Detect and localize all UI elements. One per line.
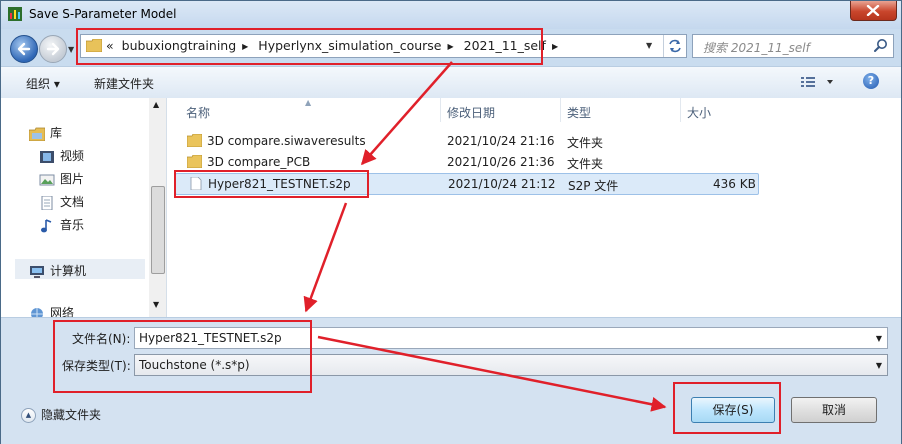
browser-area: 库 视频 图片 文档 音乐 计算机 网络 ▲ ▼ ▲ 名称 修改日期 类型 大小… xyxy=(1,98,901,317)
music-icon xyxy=(41,218,52,232)
nav-item-pictures[interactable]: 图片 xyxy=(39,170,84,187)
recent-pages-dropdown[interactable]: ▼ xyxy=(68,45,74,54)
column-header-size[interactable]: 大小 xyxy=(687,104,711,121)
back-button[interactable] xyxy=(10,35,38,63)
document-icon xyxy=(41,195,53,210)
nav-label: 图片 xyxy=(60,172,85,186)
file-name: 3D compare.siwaveresults xyxy=(207,134,366,148)
annotation-box-save xyxy=(673,382,781,434)
nav-label: 库 xyxy=(50,126,63,140)
column-header-modified[interactable]: 修改日期 xyxy=(447,104,495,121)
nav-label: 网络 xyxy=(50,306,75,317)
window-title: Save S-Parameter Model xyxy=(29,7,177,21)
chevron-down-icon[interactable]: ▼ xyxy=(876,361,882,370)
refresh-icon xyxy=(669,39,681,53)
new-folder-button[interactable]: 新建文件夹 xyxy=(94,75,154,92)
file-modified: 2021/10/24 21:12 xyxy=(448,177,556,191)
hide-folders-label: 隐藏文件夹 xyxy=(41,408,102,422)
computer-icon xyxy=(30,265,44,278)
app-icon xyxy=(8,7,22,21)
nav-label: 音乐 xyxy=(60,218,85,232)
folder-icon xyxy=(187,134,202,147)
forward-button[interactable] xyxy=(39,35,67,63)
nav-item-music[interactable]: 音乐 xyxy=(39,216,84,233)
folder-icon xyxy=(187,155,202,168)
annotation-box-file xyxy=(174,170,369,198)
close-button[interactable] xyxy=(850,1,897,21)
nav-item-videos[interactable]: 视频 xyxy=(39,147,84,164)
nav-item-network[interactable]: 网络 xyxy=(29,304,74,317)
file-row[interactable]: 3D compare_PCB 2021/10/26 21:36 文件夹 xyxy=(175,152,757,172)
file-name: 3D compare_PCB xyxy=(207,155,311,169)
annotation-box-path xyxy=(76,28,543,65)
scroll-thumb[interactable] xyxy=(151,186,165,274)
video-icon xyxy=(40,150,54,163)
search-box[interactable]: 搜索 2021_11_self xyxy=(692,34,894,58)
hide-folders-toggle[interactable]: ▲ 隐藏文件夹 xyxy=(21,406,101,423)
file-row[interactable]: 3D compare.siwaveresults 2021/10/24 21:1… xyxy=(175,131,757,151)
refresh-button[interactable] xyxy=(663,35,686,57)
search-placeholder: 搜索 2021_11_self xyxy=(703,41,810,55)
toolbar: 组织 ▾ 新建文件夹 ? xyxy=(1,66,901,99)
cancel-button[interactable]: 取消 xyxy=(791,397,877,423)
column-divider[interactable] xyxy=(680,98,681,122)
nav-label: 视频 xyxy=(60,149,85,163)
annotation-box-fields xyxy=(53,320,312,393)
picture-icon xyxy=(39,174,55,185)
file-type: S2P 文件 xyxy=(568,179,619,193)
chevron-down-icon[interactable]: ▼ xyxy=(876,334,882,343)
file-list: ▲ 名称 修改日期 类型 大小 3D compare.siwaveresults… xyxy=(167,98,901,317)
arrow-left-icon xyxy=(17,42,31,56)
nav-item-library[interactable]: 库 xyxy=(29,124,62,141)
chevron-up-icon: ▲ xyxy=(21,408,36,423)
title-bar: Save S-Parameter Model xyxy=(1,1,901,29)
close-icon xyxy=(866,5,880,16)
address-dropdown[interactable]: ▼ xyxy=(646,41,652,50)
nav-item-documents[interactable]: 文档 xyxy=(39,193,84,210)
column-divider[interactable] xyxy=(560,98,561,122)
network-icon xyxy=(31,307,43,317)
file-modified: 2021/10/24 21:16 xyxy=(447,134,555,148)
file-type: 文件夹 xyxy=(567,136,604,150)
scroll-down-icon[interactable]: ▼ xyxy=(153,300,159,309)
help-icon[interactable]: ? xyxy=(863,73,879,89)
organize-button[interactable]: 组织 ▾ xyxy=(26,75,60,92)
library-icon xyxy=(29,127,45,141)
scroll-up-icon[interactable]: ▲ xyxy=(153,100,159,109)
file-type: 文件夹 xyxy=(567,157,604,171)
column-header-name[interactable]: 名称 xyxy=(186,104,210,121)
nav-scrollbar[interactable]: ▲ ▼ xyxy=(149,98,166,317)
search-icon[interactable] xyxy=(873,38,888,53)
sort-ascending-icon: ▲ xyxy=(305,98,312,107)
breadcrumb-chevron-icon[interactable]: ▶ xyxy=(552,42,558,51)
file-size: 436 KB xyxy=(713,177,756,191)
file-modified: 2021/10/26 21:36 xyxy=(447,155,555,169)
column-divider[interactable] xyxy=(440,98,441,122)
column-header-type[interactable]: 类型 xyxy=(567,104,591,121)
nav-label: 文档 xyxy=(60,195,85,209)
nav-label: 计算机 xyxy=(50,264,87,278)
navigation-pane: 库 视频 图片 文档 音乐 计算机 网络 ▲ ▼ xyxy=(1,98,167,317)
view-options-icon[interactable] xyxy=(799,74,839,91)
nav-item-computer[interactable]: 计算机 xyxy=(15,259,145,279)
arrow-right-icon xyxy=(46,42,60,56)
